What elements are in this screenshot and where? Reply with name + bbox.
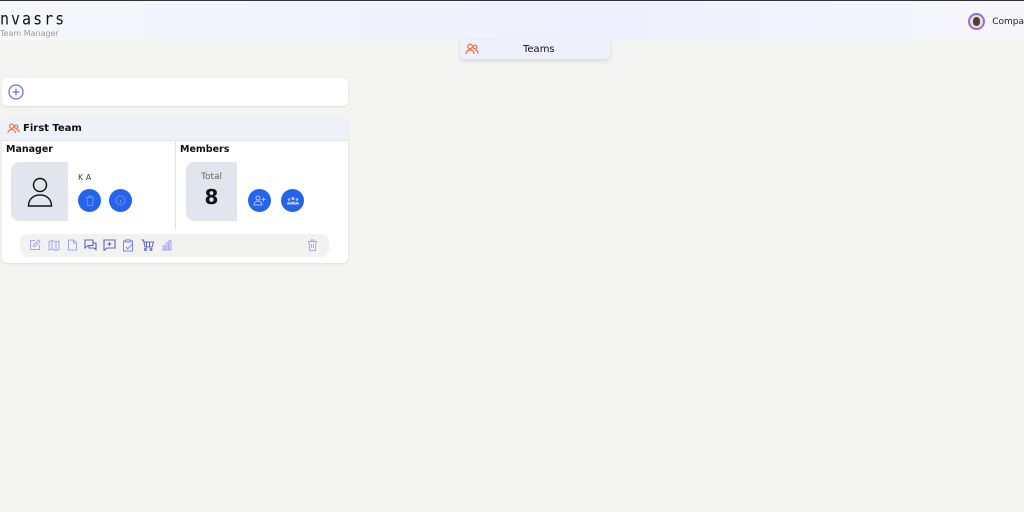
members-total-box: Total 8 — [186, 162, 237, 221]
users-icon — [465, 43, 479, 55]
team-card: First Team Manager K A Members Total 8 — [2, 117, 348, 263]
members-heading: Members — [180, 144, 230, 155]
add-circle-icon[interactable] — [8, 84, 24, 100]
delete-team-icon[interactable] — [307, 239, 318, 251]
avatar — [968, 13, 986, 30]
user-plus-icon — [253, 195, 266, 206]
clipboard-check-icon[interactable] — [122, 239, 134, 252]
app-subtitle: Team Manager — [0, 29, 59, 38]
manager-avatar — [11, 162, 68, 221]
bar-chart-icon[interactable] — [161, 239, 173, 251]
user-label: Compa — [992, 16, 1024, 27]
add-member-button[interactable] — [248, 189, 271, 212]
user-icon — [27, 177, 53, 207]
add-team-bar — [2, 78, 348, 106]
tab-teams[interactable]: Teams — [460, 39, 610, 59]
cart-icon[interactable] — [141, 239, 154, 251]
total-label: Total — [200, 172, 223, 182]
group-icon — [286, 196, 299, 205]
team-actions-toolbar — [20, 234, 329, 257]
app-logo[interactable]: nvasrs — [0, 9, 66, 29]
view-members-button[interactable] — [281, 189, 304, 212]
team-name: First Team — [23, 123, 82, 134]
remove-manager-button[interactable] — [78, 189, 101, 212]
tab-label: Teams — [523, 43, 555, 55]
members-section: Members Total 8 — [176, 141, 348, 229]
chat-icon[interactable] — [84, 239, 97, 251]
manager-section: Manager K A — [2, 141, 175, 229]
manager-name: K A — [78, 173, 92, 182]
add-comment-icon[interactable] — [103, 239, 116, 251]
manager-heading: Manager — [6, 144, 53, 155]
user-menu[interactable]: Compa — [968, 13, 1024, 30]
manager-info-button[interactable] — [109, 189, 132, 212]
users-icon — [7, 123, 20, 134]
team-card-header: First Team — [2, 117, 348, 141]
map-icon[interactable] — [48, 239, 60, 251]
trash-icon — [85, 195, 94, 206]
edit-icon[interactable] — [29, 239, 41, 251]
document-icon[interactable] — [67, 239, 78, 251]
top-header: nvasrs Team Manager Compa — [0, 2, 1024, 40]
info-icon — [115, 195, 126, 206]
total-value: 8 — [204, 185, 219, 209]
